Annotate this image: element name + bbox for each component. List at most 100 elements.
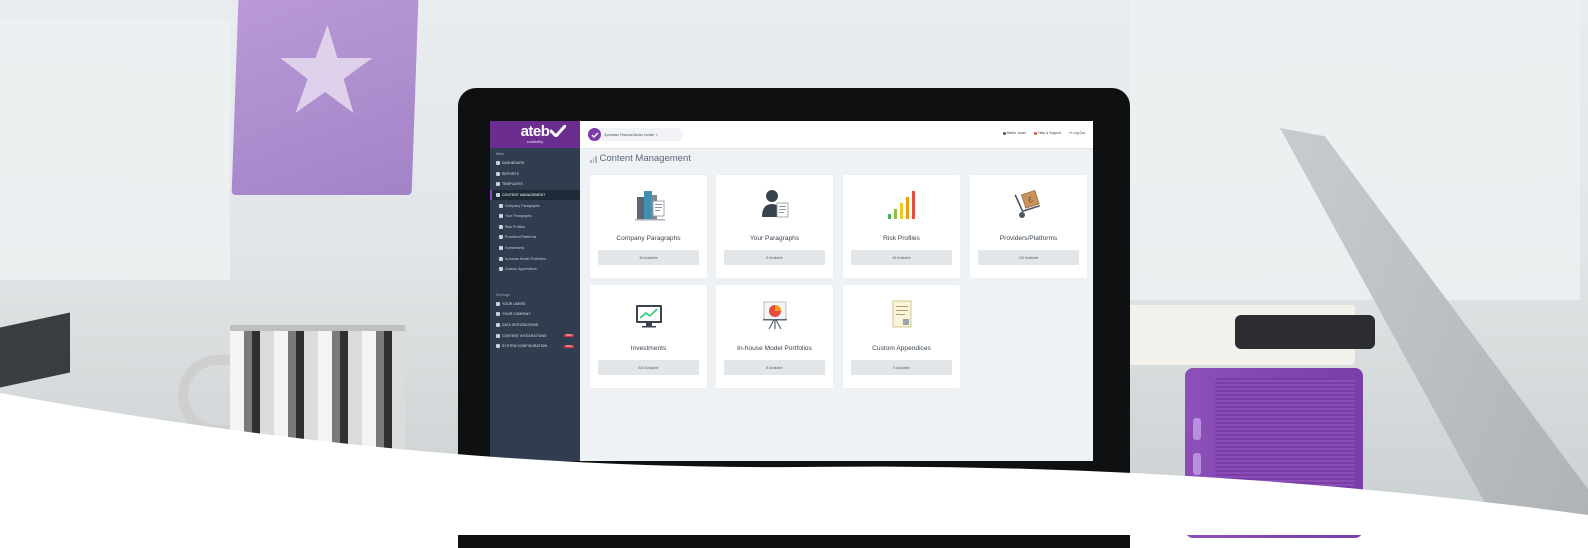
sidebar-item-risk-profiles[interactable]: Risk Profiles — [490, 222, 580, 233]
dashboard-icon — [496, 161, 500, 166]
card-providers-platforms[interactable]: £ Providers/Platforms 115 Available — [970, 175, 1087, 278]
wall-panel — [0, 20, 230, 280]
handtruck-box-icon: £ — [970, 187, 1087, 227]
sidebar-item-system-configuration[interactable]: SYSTEM CONFIGURATION NEW — [490, 341, 580, 352]
user-document-icon — [716, 187, 833, 227]
brand-logo[interactable]: ateb suitability — [490, 121, 580, 148]
sidebar-item-providers-platforms[interactable]: Providers/Platforms — [490, 232, 580, 243]
organisation-selector[interactable]: Sprowston Financial Advice Limited ▾ — [588, 128, 683, 141]
sidebar-item-label: Investments — [505, 246, 525, 251]
card-custom-appendices[interactable]: Custom Appendices 5 Available — [843, 285, 960, 388]
help-support-link[interactable]: Help & Support — [1034, 131, 1061, 135]
bar-chart-icon — [590, 155, 597, 163]
card-count: 5 Available — [851, 360, 952, 375]
card-count: 8 Available — [724, 360, 825, 375]
gear-icon — [496, 344, 500, 349]
reports-icon — [496, 171, 500, 176]
plug-icon — [496, 333, 500, 338]
new-badge: NEW — [563, 334, 574, 338]
card-model-portfolios[interactable]: In-house Model Portfolios 8 Available — [716, 285, 833, 388]
top-bar: Sprowston Financial Advice Limited ▾ Mar… — [580, 121, 1093, 149]
page-title-text: Content Management — [599, 153, 691, 164]
card-label: Your Paragraphs — [749, 235, 800, 242]
lifebuoy-icon — [1034, 131, 1038, 135]
logout-label: Log Out — [1072, 131, 1085, 135]
purple-speaker — [1185, 368, 1363, 538]
card-label: Providers/Platforms — [999, 235, 1058, 242]
card-count: 36 Available — [598, 250, 699, 265]
sidebar-item-model-portfolios[interactable]: In-house Model Portfolios — [490, 253, 580, 264]
users-icon — [496, 301, 500, 306]
phone — [1235, 315, 1375, 349]
notepad-icon — [499, 267, 503, 272]
sidebar-item-templates[interactable]: TEMPLATES — [490, 179, 580, 190]
sidebar: ateb suitability Main DASHBOARD REPORTS … — [490, 121, 580, 461]
sidebar-item-label: YOUR USERS — [502, 301, 526, 306]
sidebar-item-label: DASHBOARD — [502, 161, 525, 166]
logout-link[interactable]: ↦ Log Out — [1069, 131, 1085, 135]
chart-icon — [499, 246, 503, 251]
card-investments[interactable]: Investments 534 Available — [590, 285, 707, 388]
check-circle-icon — [588, 128, 601, 141]
monitor-chart-icon — [590, 297, 707, 337]
nav-section-settings: Settings — [496, 292, 510, 297]
brand-name: ateb — [520, 123, 550, 140]
sidebar-item-your-users[interactable]: YOUR USERS — [490, 299, 580, 310]
user-name: Martin Jones — [1006, 131, 1027, 135]
sidebar-item-content-integrations[interactable]: CONTENT INTEGRATIONS NEW — [490, 330, 580, 341]
sidebar-item-label: DATA INTEGRATIONS — [502, 323, 539, 328]
organisation-name: Sprowston Financial Advice Limited — [604, 132, 655, 137]
star-poster — [231, 0, 419, 195]
notepad-icon — [843, 297, 960, 337]
sidebar-item-label: YOUR COMPANY — [502, 312, 531, 317]
card-risk-profiles[interactable]: Risk Profiles 45 Available — [843, 175, 960, 278]
card-label: In-house Model Portfolios — [737, 345, 812, 352]
top-links: Martin Jones Help & Support ↦ Log Out — [1002, 131, 1085, 135]
sidebar-item-reports[interactable]: REPORTS — [490, 169, 580, 180]
sidebar-item-label: Your Paragraphs — [505, 214, 532, 219]
card-label: Risk Profiles — [883, 235, 920, 242]
sidebar-item-content-management[interactable]: CONTENT MANAGEMENT — [490, 189, 580, 201]
sidebar-item-custom-appendices[interactable]: Custom Appendices — [490, 264, 580, 275]
card-label: Company Paragraphs — [616, 235, 681, 242]
sidebar-item-label: CONTENT MANAGEMENT — [502, 193, 546, 198]
speaker-grill — [1215, 378, 1355, 528]
page-title: Content Management — [590, 153, 691, 164]
nav-section-main: Main — [496, 152, 505, 156]
content-management-icon — [496, 193, 500, 198]
card-your-paragraphs[interactable]: Your Paragraphs 8 Available — [716, 175, 833, 278]
chevron-down-icon: ▾ — [656, 132, 658, 137]
sidebar-item-your-paragraphs[interactable]: Your Paragraphs — [490, 211, 580, 222]
main-content: Content Management Company Paragraphs 36… — [580, 148, 1093, 461]
user-menu[interactable]: Martin Jones — [1002, 131, 1027, 135]
buildings-document-icon — [590, 187, 707, 227]
sidebar-item-label: TEMPLATES — [502, 182, 523, 187]
signal-bars-icon — [843, 187, 960, 227]
user-icon — [1002, 131, 1006, 135]
card-company-paragraphs[interactable]: Company Paragraphs 36 Available — [590, 175, 707, 278]
sidebar-item-label: CONTENT INTEGRATIONS — [502, 333, 547, 338]
sidebar-item-dashboard[interactable]: DASHBOARD — [490, 158, 580, 169]
speaker-button — [1193, 418, 1201, 440]
help-label: Help & Support — [1038, 131, 1062, 135]
database-icon — [496, 323, 500, 328]
sidebar-item-label: Company Paragraphs — [505, 203, 540, 208]
logout-icon: ↦ — [1069, 131, 1072, 135]
card-label: Investments — [630, 345, 667, 352]
sidebar-item-investments[interactable]: Investments — [490, 243, 580, 254]
templates-icon — [496, 182, 500, 187]
sidebar-item-label: SYSTEM CONFIGURATION — [502, 344, 548, 349]
app-screen: ateb suitability Main DASHBOARD REPORTS … — [490, 121, 1093, 461]
sidebar-item-your-company[interactable]: YOUR COMPANY — [490, 309, 580, 320]
sidebar-item-label: In-house Model Portfolios — [505, 256, 546, 261]
sidebar-item-data-integrations[interactable]: DATA INTEGRATIONS — [490, 320, 580, 331]
sidebar-item-label: REPORTS — [502, 171, 520, 176]
sidebar-item-company-paragraphs[interactable]: Company Paragraphs — [490, 200, 580, 211]
home-icon — [496, 312, 500, 317]
checkmark-icon — [550, 125, 566, 137]
handtruck-icon — [499, 235, 503, 240]
user-icon — [499, 214, 503, 219]
pie-chart-icon — [499, 256, 503, 261]
striped-mug — [230, 325, 405, 471]
card-count: 115 Available — [978, 250, 1079, 265]
